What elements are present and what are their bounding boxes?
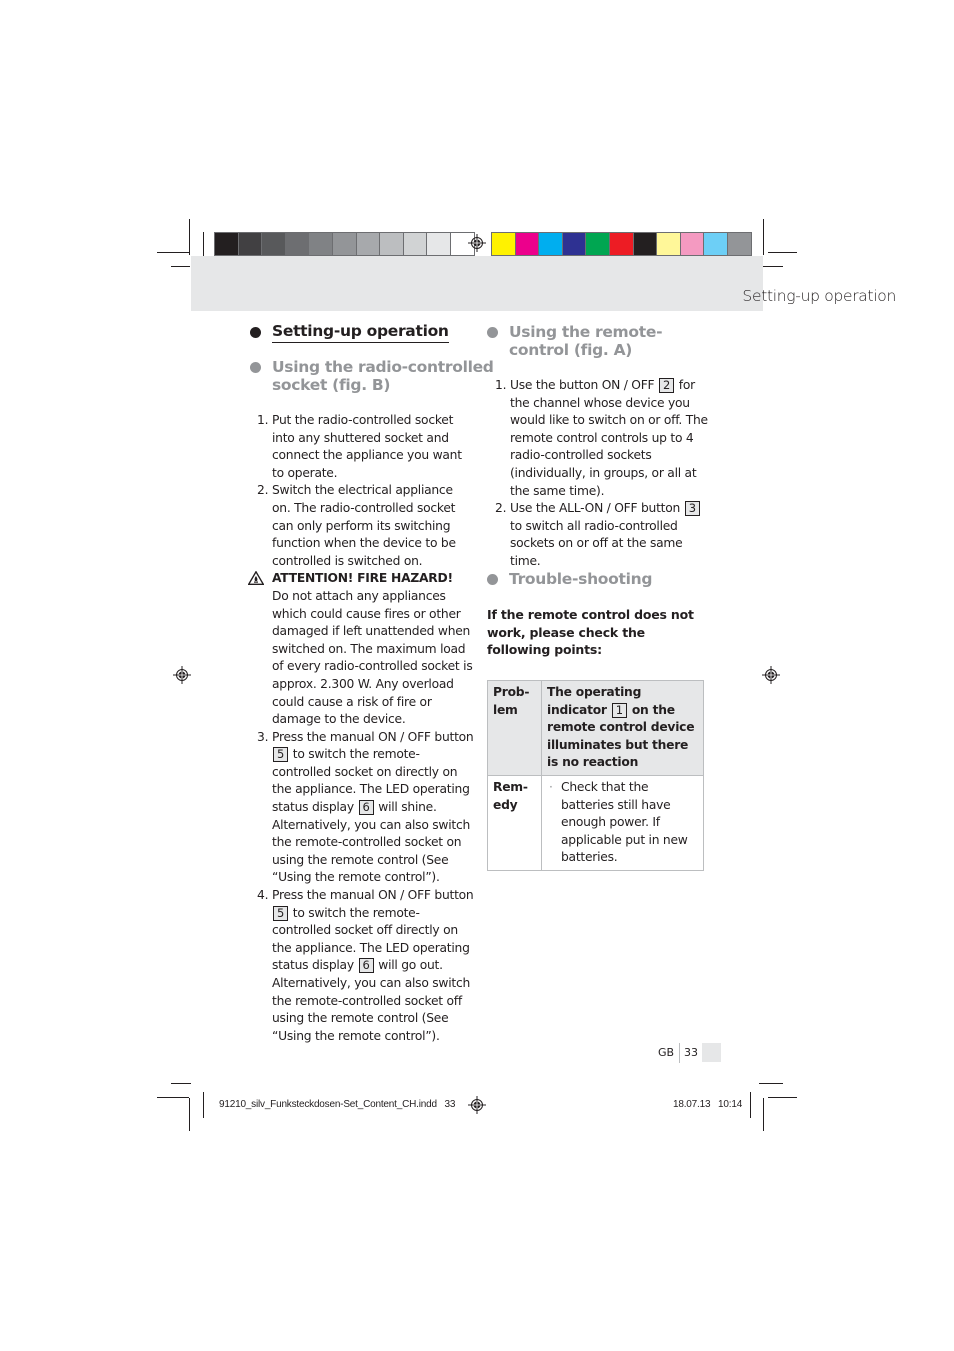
color-swatch [308, 232, 332, 256]
remote-control-steps: 1. Use the button ON / OFF 2 for the chan… [484, 377, 708, 571]
crop-mark [768, 1097, 797, 1098]
warning-title: ATTENTION! FIRE HAZARD! [272, 571, 453, 586]
bullet-icon [487, 574, 498, 585]
crop-mark [157, 1097, 189, 1098]
problem-row: Prob-lem The operating indicator 1 on th… [487, 680, 704, 776]
color-swatch [284, 232, 309, 256]
fire-hazard-warning-icon [248, 571, 264, 586]
step-item: 3. Press the manual ON / OFF button 5 to … [257, 729, 474, 885]
color-swatch [632, 232, 657, 256]
reference-number-box: 6 [358, 958, 374, 974]
color-swatch [214, 232, 238, 256]
grayscale-color-bar [214, 232, 475, 256]
reference-number-box: 3 [684, 501, 700, 517]
step-item: 1. Put the radio-controlled socket into a… [257, 413, 462, 480]
step-item: 1. Use the button ON / OFF 2 for the chan… [495, 378, 708, 498]
slug-file-info: 91210_silv_Funksteckdosen-Set_Content_CH… [219, 1099, 456, 1110]
step-item: 2. Switch the electrical appliance on. Th… [257, 483, 456, 568]
color-swatch [679, 232, 704, 256]
running-header-title: Setting-up operation [742, 287, 896, 305]
color-swatch [538, 232, 562, 256]
color-swatch [355, 232, 380, 256]
registration-mark-icon [468, 1096, 486, 1114]
reference-number-box: 5 [273, 905, 289, 921]
section-heading-setting-up: Setting-up operation [250, 322, 449, 343]
process-color-bar [491, 232, 752, 256]
step-item: 2. Use the ALL-ON / OFF button 3 to switc… [484, 500, 708, 570]
registration-mark-icon [173, 666, 191, 684]
color-swatch [608, 232, 633, 256]
crop-mark [768, 252, 797, 253]
reference-number-box: 5 [273, 747, 289, 763]
color-swatch [331, 232, 356, 256]
reference-number-box: 1 [611, 702, 627, 718]
crop-mark [763, 1098, 764, 1131]
problem-text: The operating indicator 1 on the remote … [541, 680, 704, 776]
crop-mark [189, 219, 190, 255]
crop-mark [203, 232, 204, 256]
crop-mark [171, 1083, 191, 1084]
color-swatch [379, 232, 403, 256]
reference-number-box: 2 [659, 378, 675, 393]
color-swatch [426, 232, 450, 256]
language-code: GB [658, 1046, 675, 1059]
remedy-row: Rem-edy · Check that the batteries still … [487, 774, 704, 871]
header-band [191, 256, 763, 311]
trouble-shooting-lead: If the remote control does not work, ple… [487, 607, 694, 658]
color-swatch [514, 232, 539, 256]
registration-mark-icon [762, 666, 780, 684]
subheading-remote-control: Using the remote-control (fig. A) [487, 323, 663, 359]
bullet-icon [487, 327, 498, 338]
subheading-radio-socket: Using the radio-controlled socket (fig. B… [250, 358, 494, 394]
fire-hazard-warning: ATTENTION! FIRE HAZARD! Do not attach an… [246, 570, 474, 728]
problem-label: Prob-lem [487, 680, 542, 776]
crop-mark [750, 1092, 751, 1118]
color-swatch [656, 232, 680, 256]
color-swatch [237, 232, 262, 256]
crop-mark [203, 1092, 204, 1118]
color-swatch [585, 232, 609, 256]
bullet-icon [250, 362, 261, 373]
crop-mark [157, 252, 189, 253]
color-swatch [561, 232, 586, 256]
crop-mark [189, 1098, 190, 1131]
bullet-icon [250, 327, 261, 338]
crop-mark [759, 1083, 783, 1084]
list-bullet: · [549, 779, 553, 794]
left-column-body: 1. Put the radio-controlled socket into a… [246, 412, 474, 1045]
remedy-text: · Check that the batteries still have eno… [541, 774, 704, 871]
subheading-trouble-shooting: Trouble-shooting [487, 570, 652, 588]
crop-mark [763, 219, 764, 255]
color-swatch [261, 232, 285, 256]
remedy-label: Rem-edy [487, 774, 542, 871]
footer-divider [679, 1043, 680, 1063]
warning-text: Do not attach any appliances which could… [272, 588, 473, 727]
color-swatch [726, 232, 752, 256]
page-number: 33 [684, 1046, 698, 1059]
footer-tab-marker [702, 1043, 721, 1062]
reference-number-box: 6 [358, 800, 374, 816]
step-item: 4. Press the manual ON / OFF button 5 to … [257, 888, 474, 1043]
crop-mark [171, 266, 190, 267]
color-swatch [491, 232, 515, 256]
trouble-shooting-table: Prob-lem The operating indicator 1 on th… [487, 680, 704, 871]
registration-mark-icon [468, 234, 486, 252]
color-swatch [402, 232, 427, 256]
color-swatch [703, 232, 727, 256]
slug-date-time: 18.07.13 10:14 [673, 1099, 743, 1110]
